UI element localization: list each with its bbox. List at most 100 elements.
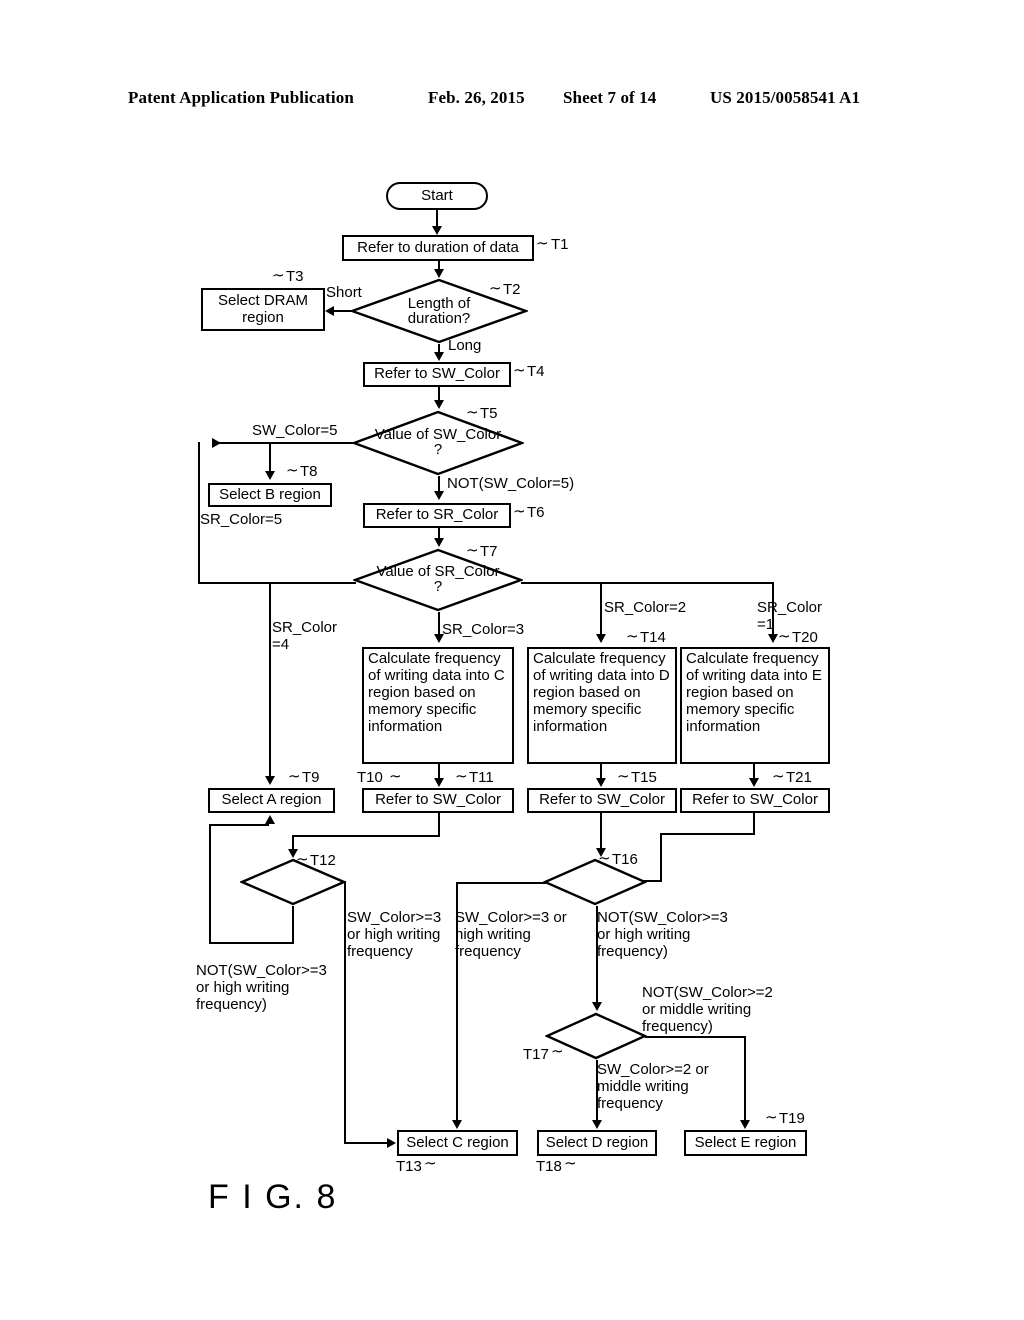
node-t9-label: Select A region [221,791,322,809]
arrowhead-sw5-t8 [265,471,275,480]
arrowhead-t5-sw5 [212,438,221,448]
tag-t20: T20 [792,629,818,646]
edge-label-sw-ge3-b: SW_Color>=3 or high writing frequency [455,909,567,960]
leader-t11: ∼ [455,768,468,785]
leader-t14: ∼ [626,628,639,645]
node-t18-label: Select D region [545,1133,649,1151]
leader-t1: ∼ [536,235,549,252]
arrowhead-t14-t15 [596,778,606,787]
leader-t13: ∼ [424,1155,437,1172]
edge-t21-down [753,813,755,835]
arrowhead-t12-t9 [265,815,275,824]
arrowhead-t2-t4 [434,352,444,361]
leader-t18: ∼ [564,1155,577,1172]
arrowhead-t5-t6 [434,491,444,500]
arrowhead-t12-t13 [387,1138,396,1148]
node-t19-select-e-region: Select E region [684,1130,807,1156]
arrowhead-t10-t11 [434,778,444,787]
node-t4-label: Refer to SW_Color [374,365,500,383]
tag-t15: T15 [631,769,657,786]
edge-label-sw-ge3-a: SW_Color>=3 or high writing frequency [347,909,442,960]
edge-label-short: Short [326,284,362,301]
node-t14-calculate-d: Calculate frequency of writing data into… [527,647,677,764]
node-t21-refer-sw-color: Refer to SW_Color [680,788,830,813]
edge-t11-down [438,813,440,837]
edge-t5-sw5-horizontal [218,442,356,444]
arrowhead-t2-t3 [325,306,334,316]
edge-t12-right-down [344,881,346,1143]
edge-label-sw-color-eq-5: SW_Color=5 [252,422,338,439]
tag-t12: T12 [310,852,336,869]
edge-label-sr-color-eq-4: SR_Color =4 [272,619,338,653]
arrowhead-t4-t5 [434,400,444,409]
edge-sr5-left-rail [198,442,200,584]
node-t3-label-line2: region [242,308,284,326]
leader-t3: ∼ [272,267,285,284]
leader-t8: ∼ [286,462,299,479]
node-t5-value-of-sw-color: Value of SW_Color ? [352,410,524,476]
arrowhead-t16-t17 [592,1002,602,1011]
node-t1-label: Refer to duration of data [357,238,519,256]
edge-label-sr-color-eq-3: SR_Color=3 [442,621,525,638]
edge-sr2-down [600,582,602,636]
edge-t4-to-t5 [438,387,440,401]
edge-t17-right-down [744,1036,746,1122]
tag-t10: T10 [357,769,383,786]
tag-t21: T21 [786,769,812,786]
header-sheet: Sheet 7 of 14 [563,88,657,107]
edge-t7-right-rail [521,582,774,584]
tag-t2: T2 [503,281,521,298]
diamond-shape-t5 [352,410,524,476]
arrowhead-t1-t2 [434,269,444,278]
leader-t17: ∼ [551,1043,564,1060]
node-t14-label: Calculate frequency of writing data into… [533,650,670,735]
tag-t19: T19 [779,1110,805,1127]
node-t10-calculate-c: Calculate frequency of writing data into… [362,647,514,764]
edge-t16-left [456,882,546,884]
node-t3-select-dram-region: Select DRAM region [201,288,325,331]
leader-t10: ∼ [389,768,402,785]
node-t11-refer-sw-color: Refer to SW_Color [362,788,514,813]
edge-t17-right [645,1036,746,1038]
node-t3-label-line1: Select DRAM [217,292,309,310]
tag-t6: T6 [527,504,545,521]
tag-t16: T16 [612,851,638,868]
node-t18-select-d-region: Select D region [537,1130,657,1156]
node-t15-refer-sw-color: Refer to SW_Color [527,788,677,813]
edge-t12-bottom-left [209,942,294,944]
tag-t1: T1 [551,236,569,253]
arrowhead-t6-t7 [434,538,444,547]
tag-t8: T8 [300,463,318,480]
node-t11-label: Refer to SW_Color [375,791,501,809]
arrowhead-t11-t12 [288,849,298,858]
tag-t18: T18 [536,1158,562,1175]
edge-sr5-to-t7 [198,582,356,584]
edge-t5-sw5-down-to-t8 [269,442,271,472]
node-t13-select-c-region: Select C region [397,1130,518,1156]
patent-figure-page: Patent Application Publication Feb. 26, … [0,0,1024,1320]
edge-t21-into-t16 [643,880,662,882]
tag-t4: T4 [527,363,545,380]
edge-label-not-sw-color-eq-5: NOT(SW_Color=5) [447,475,575,492]
edge-label-sr-color-eq-2: SR_Color=2 [604,599,687,616]
tag-t9: T9 [302,769,320,786]
leader-t4: ∼ [513,362,526,379]
arrowhead-t17-t19 [740,1120,750,1129]
node-t13-label: Select C region [406,1133,509,1151]
leader-t21: ∼ [772,768,785,785]
node-t8-select-b-region: Select B region [208,483,332,507]
tag-t7: T7 [480,543,498,560]
leader-t2: ∼ [489,280,502,297]
edge-t11-left-to-t12 [292,835,440,837]
node-t8-label: Select B region [219,485,321,503]
node-t20-label: Calculate frequency of writing data into… [686,650,822,735]
node-t15-label: Refer to SW_Color [539,791,665,809]
node-t19-label: Select E region [694,1133,797,1151]
edge-label-not-sw-ge2: NOT(SW_Color>=2 or middle writing freque… [642,984,773,1035]
arrowhead-sr2-t14 [596,634,606,643]
page-header: Patent Application Publication Feb. 26, … [0,88,1024,114]
edge-t16-to-t17 [596,906,598,1002]
edge-t12-bottom-down [292,906,294,944]
tag-t17: T17 [523,1046,549,1063]
tag-t5: T5 [480,405,498,422]
